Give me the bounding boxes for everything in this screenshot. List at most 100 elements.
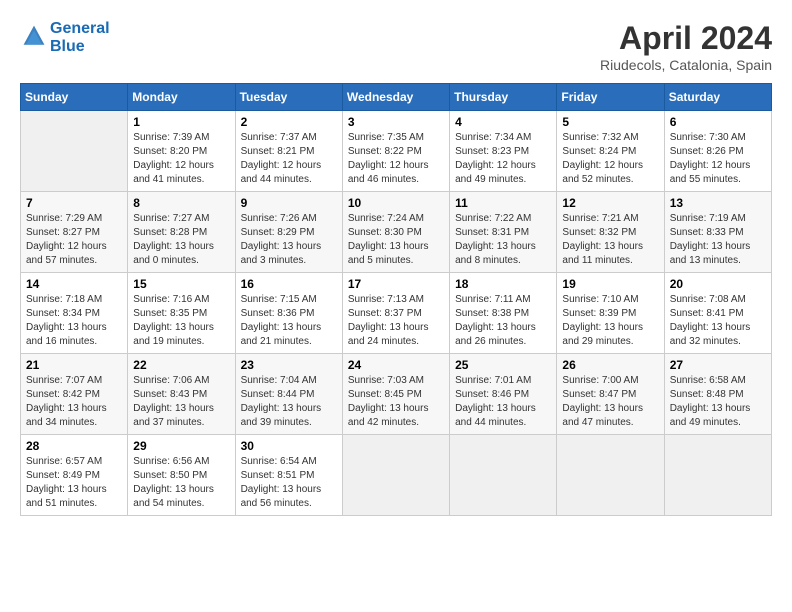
- calendar-cell: 11 Sunrise: 7:22 AM Sunset: 8:31 PM Dayli…: [450, 192, 557, 273]
- calendar-cell: 14 Sunrise: 7:18 AM Sunset: 8:34 PM Dayli…: [21, 273, 128, 354]
- day-number: 21: [26, 358, 122, 372]
- calendar-cell: 24 Sunrise: 7:03 AM Sunset: 8:45 PM Dayli…: [342, 354, 449, 435]
- location-title: Riudecols, Catalonia, Spain: [600, 57, 772, 73]
- calendar-cell: [342, 435, 449, 516]
- day-number: 23: [241, 358, 337, 372]
- weekday-header: Tuesday: [235, 84, 342, 111]
- day-info: Sunrise: 7:21 AM Sunset: 8:32 PM Dayligh…: [562, 212, 658, 268]
- calendar-cell: 21 Sunrise: 7:07 AM Sunset: 8:42 PM Dayli…: [21, 354, 128, 435]
- calendar-week-row: 14 Sunrise: 7:18 AM Sunset: 8:34 PM Dayli…: [21, 273, 772, 354]
- day-number: 24: [348, 358, 444, 372]
- calendar-week-row: 21 Sunrise: 7:07 AM Sunset: 8:42 PM Dayli…: [21, 354, 772, 435]
- calendar-week-row: 7 Sunrise: 7:29 AM Sunset: 8:27 PM Daylig…: [21, 192, 772, 273]
- calendar-cell: 23 Sunrise: 7:04 AM Sunset: 8:44 PM Dayli…: [235, 354, 342, 435]
- day-info: Sunrise: 7:39 AM Sunset: 8:20 PM Dayligh…: [133, 131, 229, 187]
- calendar-cell: 12 Sunrise: 7:21 AM Sunset: 8:32 PM Dayli…: [557, 192, 664, 273]
- day-info: Sunrise: 7:37 AM Sunset: 8:21 PM Dayligh…: [241, 131, 337, 187]
- calendar-cell: 20 Sunrise: 7:08 AM Sunset: 8:41 PM Dayli…: [664, 273, 771, 354]
- day-number: 30: [241, 439, 337, 453]
- day-info: Sunrise: 6:57 AM Sunset: 8:49 PM Dayligh…: [26, 455, 122, 511]
- logo-blue: Blue: [50, 38, 110, 56]
- day-number: 22: [133, 358, 229, 372]
- day-number: 27: [670, 358, 766, 372]
- calendar-cell: 9Sunrise: 7:26 AM Sunset: 8:29 PM Daylig…: [235, 192, 342, 273]
- day-info: Sunrise: 7:00 AM Sunset: 8:47 PM Dayligh…: [562, 374, 658, 430]
- calendar-cell: 28Sunrise: 6:57 AM Sunset: 8:49 PM Dayli…: [21, 435, 128, 516]
- calendar-cell: 3 Sunrise: 7:35 AM Sunset: 8:22 PM Daylig…: [342, 111, 449, 192]
- calendar-cell: 18Sunrise: 7:11 AM Sunset: 8:38 PM Dayli…: [450, 273, 557, 354]
- day-info: Sunrise: 7:16 AM Sunset: 8:35 PM Dayligh…: [133, 293, 229, 349]
- calendar-cell: [450, 435, 557, 516]
- weekday-header: Sunday: [21, 84, 128, 111]
- day-info: Sunrise: 6:56 AM Sunset: 8:50 PM Dayligh…: [133, 455, 229, 511]
- day-number: 1: [133, 115, 229, 129]
- calendar-cell: 16 Sunrise: 7:15 AM Sunset: 8:36 PM Dayli…: [235, 273, 342, 354]
- day-number: 25: [455, 358, 551, 372]
- weekday-header-row: SundayMondayTuesdayWednesdayThursdayFrid…: [21, 84, 772, 111]
- weekday-header: Friday: [557, 84, 664, 111]
- day-number: 26: [562, 358, 658, 372]
- calendar-cell: 29Sunrise: 6:56 AM Sunset: 8:50 PM Dayli…: [128, 435, 235, 516]
- calendar-cell: 10Sunrise: 7:24 AM Sunset: 8:30 PM Dayli…: [342, 192, 449, 273]
- logo: General Blue: [20, 20, 110, 56]
- calendar-cell: 5Sunrise: 7:32 AM Sunset: 8:24 PM Daylig…: [557, 111, 664, 192]
- calendar-table: SundayMondayTuesdayWednesdayThursdayFrid…: [20, 83, 772, 516]
- calendar-cell: 13 Sunrise: 7:19 AM Sunset: 8:33 PM Dayli…: [664, 192, 771, 273]
- logo-general: General: [50, 20, 110, 38]
- day-number: 2: [241, 115, 337, 129]
- day-number: 5: [562, 115, 658, 129]
- day-number: 17: [348, 277, 444, 291]
- calendar-cell: 30 Sunrise: 6:54 AM Sunset: 8:51 PM Dayli…: [235, 435, 342, 516]
- day-info: Sunrise: 7:15 AM Sunset: 8:36 PM Dayligh…: [241, 293, 337, 349]
- calendar-cell: 7 Sunrise: 7:29 AM Sunset: 8:27 PM Daylig…: [21, 192, 128, 273]
- day-info: Sunrise: 7:22 AM Sunset: 8:31 PM Dayligh…: [455, 212, 551, 268]
- day-number: 3: [348, 115, 444, 129]
- day-info: Sunrise: 7:19 AM Sunset: 8:33 PM Dayligh…: [670, 212, 766, 268]
- calendar-cell: 27 Sunrise: 6:58 AM Sunset: 8:48 PM Dayli…: [664, 354, 771, 435]
- page-header: General Blue April 2024 Riudecols, Catal…: [20, 20, 772, 73]
- day-number: 8: [133, 196, 229, 210]
- calendar-cell: 26 Sunrise: 7:00 AM Sunset: 8:47 PM Dayli…: [557, 354, 664, 435]
- day-number: 9: [241, 196, 337, 210]
- day-info: Sunrise: 7:01 AM Sunset: 8:46 PM Dayligh…: [455, 374, 551, 430]
- calendar-cell: [664, 435, 771, 516]
- weekday-header: Monday: [128, 84, 235, 111]
- day-number: 20: [670, 277, 766, 291]
- day-number: 12: [562, 196, 658, 210]
- calendar-cell: 1 Sunrise: 7:39 AM Sunset: 8:20 PM Daylig…: [128, 111, 235, 192]
- calendar-cell: 2 Sunrise: 7:37 AM Sunset: 8:21 PM Daylig…: [235, 111, 342, 192]
- day-number: 11: [455, 196, 551, 210]
- day-info: Sunrise: 7:03 AM Sunset: 8:45 PM Dayligh…: [348, 374, 444, 430]
- title-block: April 2024 Riudecols, Catalonia, Spain: [600, 20, 772, 73]
- day-number: 16: [241, 277, 337, 291]
- calendar-week-row: 1 Sunrise: 7:39 AM Sunset: 8:20 PM Daylig…: [21, 111, 772, 192]
- day-number: 13: [670, 196, 766, 210]
- day-number: 7: [26, 196, 122, 210]
- month-title: April 2024: [600, 20, 772, 57]
- day-info: Sunrise: 7:10 AM Sunset: 8:39 PM Dayligh…: [562, 293, 658, 349]
- weekday-header: Thursday: [450, 84, 557, 111]
- day-info: Sunrise: 7:04 AM Sunset: 8:44 PM Dayligh…: [241, 374, 337, 430]
- day-number: 4: [455, 115, 551, 129]
- calendar-cell: 17Sunrise: 7:13 AM Sunset: 8:37 PM Dayli…: [342, 273, 449, 354]
- day-number: 18: [455, 277, 551, 291]
- day-info: Sunrise: 7:35 AM Sunset: 8:22 PM Dayligh…: [348, 131, 444, 187]
- calendar-week-row: 28Sunrise: 6:57 AM Sunset: 8:49 PM Dayli…: [21, 435, 772, 516]
- calendar-cell: 22 Sunrise: 7:06 AM Sunset: 8:43 PM Dayli…: [128, 354, 235, 435]
- day-info: Sunrise: 6:58 AM Sunset: 8:48 PM Dayligh…: [670, 374, 766, 430]
- day-info: Sunrise: 7:24 AM Sunset: 8:30 PM Dayligh…: [348, 212, 444, 268]
- day-info: Sunrise: 7:34 AM Sunset: 8:23 PM Dayligh…: [455, 131, 551, 187]
- calendar-cell: 4 Sunrise: 7:34 AM Sunset: 8:23 PM Daylig…: [450, 111, 557, 192]
- day-info: Sunrise: 7:06 AM Sunset: 8:43 PM Dayligh…: [133, 374, 229, 430]
- day-info: Sunrise: 7:29 AM Sunset: 8:27 PM Dayligh…: [26, 212, 122, 268]
- calendar-cell: 8Sunrise: 7:27 AM Sunset: 8:28 PM Daylig…: [128, 192, 235, 273]
- day-number: 14: [26, 277, 122, 291]
- day-info: Sunrise: 7:07 AM Sunset: 8:42 PM Dayligh…: [26, 374, 122, 430]
- day-info: Sunrise: 7:18 AM Sunset: 8:34 PM Dayligh…: [26, 293, 122, 349]
- day-info: Sunrise: 7:08 AM Sunset: 8:41 PM Dayligh…: [670, 293, 766, 349]
- day-info: Sunrise: 6:54 AM Sunset: 8:51 PM Dayligh…: [241, 455, 337, 511]
- calendar-cell: 6Sunrise: 7:30 AM Sunset: 8:26 PM Daylig…: [664, 111, 771, 192]
- calendar-cell: [557, 435, 664, 516]
- day-info: Sunrise: 7:30 AM Sunset: 8:26 PM Dayligh…: [670, 131, 766, 187]
- day-number: 19: [562, 277, 658, 291]
